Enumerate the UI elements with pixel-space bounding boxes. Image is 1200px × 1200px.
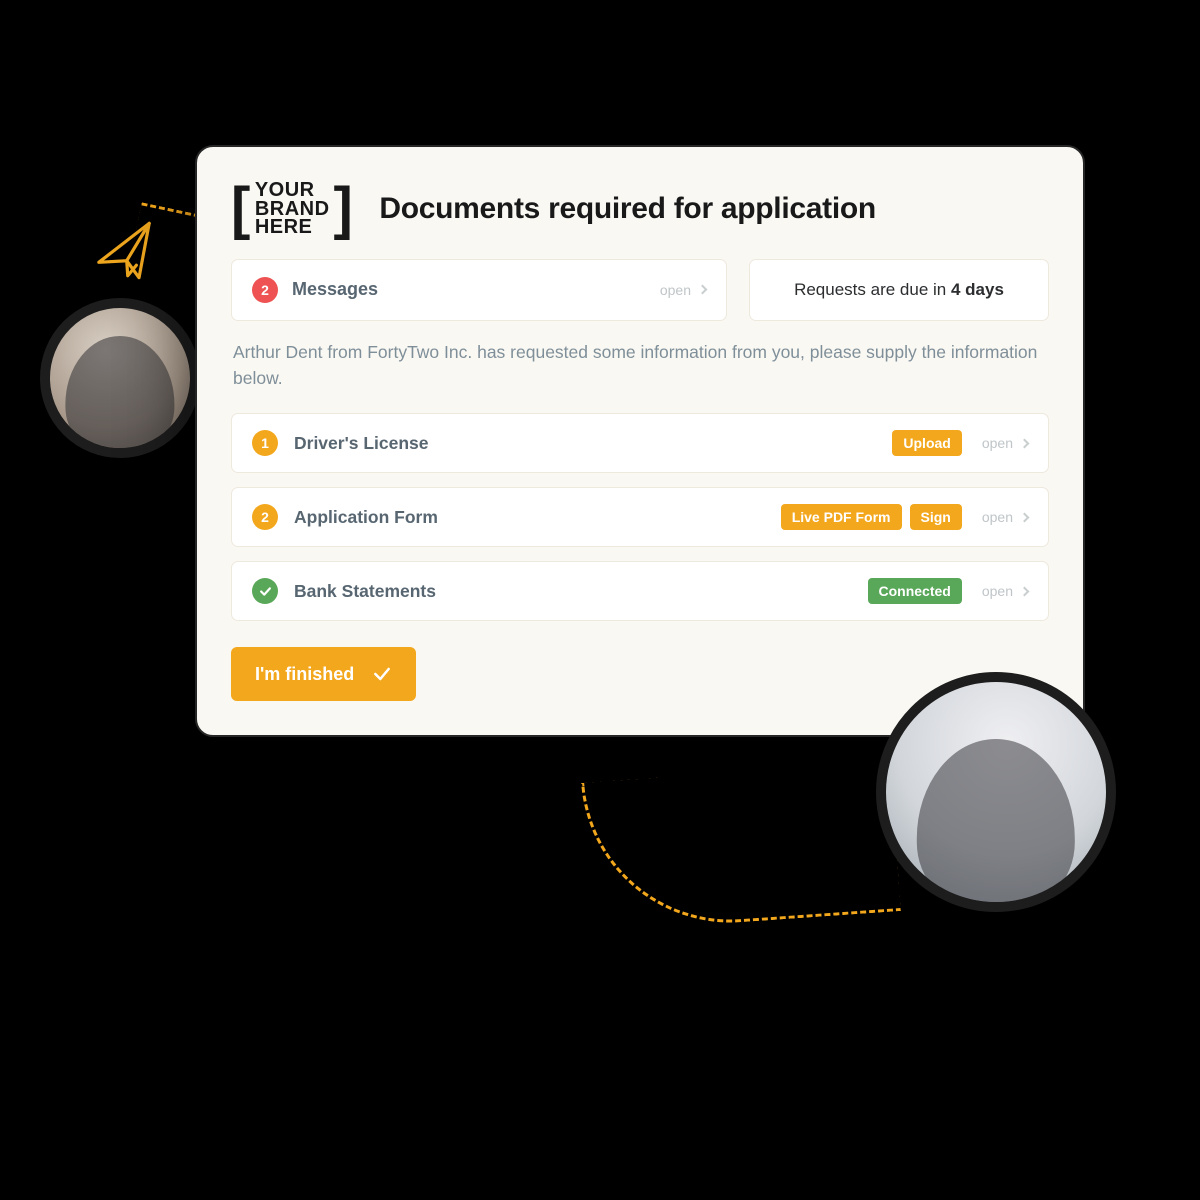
request-open-link[interactable]: open (982, 583, 1028, 599)
tag-sign[interactable]: Sign (910, 504, 962, 530)
request-open-link[interactable]: open (982, 509, 1028, 525)
status-check-icon (252, 578, 278, 604)
request-label: Driver's License (294, 433, 892, 454)
messages-card[interactable]: 2 Messages open (231, 259, 727, 321)
messages-open-link[interactable]: open (660, 282, 706, 298)
chevron-right-icon (1020, 438, 1030, 448)
messages-label: Messages (292, 279, 660, 300)
request-row[interactable]: 1 Driver's LicenseUpload open (231, 413, 1049, 473)
request-open-link[interactable]: open (982, 435, 1028, 451)
due-card: Requests are due in 4 days (749, 259, 1049, 321)
request-list: 1 Driver's LicenseUpload open 2 Application … (231, 413, 1049, 621)
chevron-right-icon (1020, 586, 1030, 596)
request-tags: Connected (868, 578, 962, 604)
due-prefix: Requests are due in (794, 280, 951, 299)
request-description: Arthur Dent from FortyTwo Inc. has reque… (233, 339, 1047, 392)
chevron-right-icon (1020, 512, 1030, 522)
tag-upload[interactable]: Upload (892, 430, 961, 456)
avatar-recipient (876, 672, 1116, 912)
request-number-badge: 1 (252, 430, 278, 456)
request-tags: Upload (892, 430, 961, 456)
request-number-badge: 2 (252, 504, 278, 530)
finish-label: I'm finished (255, 664, 354, 685)
paper-plane-icon (87, 214, 169, 300)
page-title: Documents required for application (379, 192, 876, 226)
tag-live-pdf-form[interactable]: Live PDF Form (781, 504, 902, 530)
logo-line1: YOUR (255, 181, 330, 200)
request-label: Application Form (294, 507, 781, 528)
request-label: Bank Statements (294, 581, 868, 602)
logo-line3: HERE (255, 218, 330, 237)
request-panel: [ YOUR BRAND HERE ] Documents required f… (195, 145, 1085, 737)
avatar-requester (40, 298, 200, 458)
chevron-right-icon (698, 285, 708, 295)
request-row[interactable]: Bank StatementsConnected open (231, 561, 1049, 621)
request-row[interactable]: 2 Application FormLive PDF Form Sign open (231, 487, 1049, 547)
im-finished-button[interactable]: I'm finished (231, 647, 416, 701)
tag-connected[interactable]: Connected (868, 578, 962, 604)
messages-count-badge: 2 (252, 277, 278, 303)
request-tags: Live PDF Form Sign (781, 504, 962, 530)
dashed-arc-bottom (581, 761, 901, 932)
check-icon (372, 664, 392, 684)
brand-logo: [ YOUR BRAND HERE ] (231, 181, 353, 237)
due-days: 4 days (951, 280, 1004, 299)
